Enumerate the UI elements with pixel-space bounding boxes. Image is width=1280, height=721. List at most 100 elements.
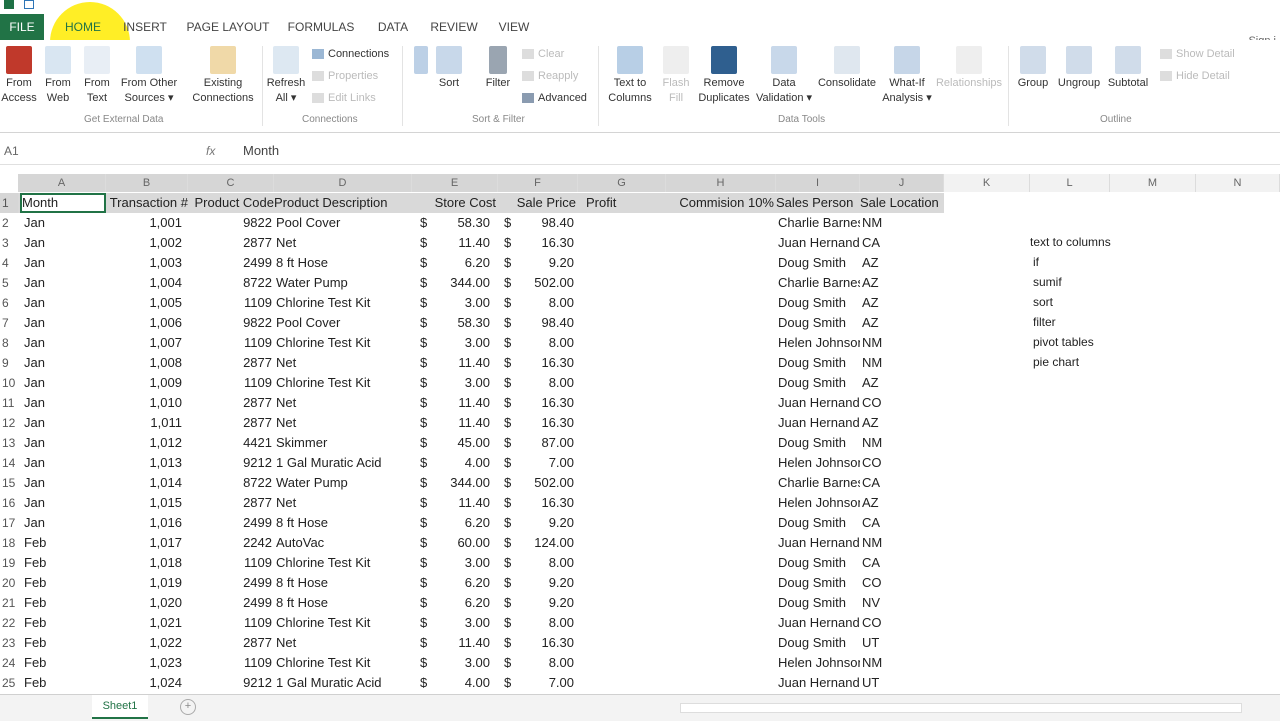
- currency-symbol[interactable]: $: [420, 253, 432, 273]
- product-description-cell[interactable]: AutoVac: [276, 533, 410, 553]
- sale-location-cell[interactable]: NM: [862, 333, 922, 353]
- row-header[interactable]: 7: [0, 313, 18, 333]
- sale-price-cell[interactable]: 8.00: [516, 653, 574, 673]
- sale-price-cell[interactable]: 16.30: [516, 393, 574, 413]
- row-header[interactable]: 24: [0, 653, 18, 673]
- row-header[interactable]: 1: [0, 193, 18, 213]
- transaction-cell[interactable]: 1,014: [106, 473, 182, 493]
- currency-symbol[interactable]: $: [420, 653, 432, 673]
- sale-price-cell[interactable]: 98.40: [516, 313, 574, 333]
- transaction-cell[interactable]: 1,002: [106, 233, 182, 253]
- transaction-cell[interactable]: 1,020: [106, 593, 182, 613]
- transaction-cell[interactable]: 1,012: [106, 433, 182, 453]
- row-header[interactable]: 9: [0, 353, 18, 373]
- product-description-cell[interactable]: Pool Cover: [276, 213, 410, 233]
- header-cell[interactable]: Profit: [586, 193, 664, 213]
- sale-location-cell[interactable]: UT: [862, 673, 922, 693]
- row-header[interactable]: 6: [0, 293, 18, 313]
- transaction-cell[interactable]: 1,022: [106, 633, 182, 653]
- row-header[interactable]: 14: [0, 453, 18, 473]
- sales-person-cell[interactable]: Juan Hernandez: [778, 393, 860, 413]
- sales-person-cell[interactable]: Juan Hernandez: [778, 533, 860, 553]
- row-header[interactable]: 3: [0, 233, 18, 253]
- product-code-cell[interactable]: 9212: [190, 673, 272, 693]
- store-cost-cell[interactable]: 45.00: [432, 433, 490, 453]
- column-header-a[interactable]: A: [18, 174, 106, 192]
- sale-price-cell[interactable]: 8.00: [516, 293, 574, 313]
- product-description-cell[interactable]: Net: [276, 633, 410, 653]
- sales-person-cell[interactable]: Doug Smith: [778, 573, 860, 593]
- transaction-cell[interactable]: 1,023: [106, 653, 182, 673]
- month-cell[interactable]: Jan: [24, 453, 102, 473]
- month-cell[interactable]: Feb: [24, 593, 102, 613]
- product-code-cell[interactable]: 9822: [190, 313, 272, 333]
- month-cell[interactable]: Jan: [24, 473, 102, 493]
- month-cell[interactable]: Feb: [24, 553, 102, 573]
- store-cost-cell[interactable]: 6.20: [432, 593, 490, 613]
- currency-symbol[interactable]: $: [420, 353, 432, 373]
- sale-location-cell[interactable]: NM: [862, 433, 922, 453]
- product-code-cell[interactable]: 9822: [190, 213, 272, 233]
- header-cell[interactable]: Store Cost: [412, 193, 496, 213]
- sales-person-cell[interactable]: Doug Smith: [778, 373, 860, 393]
- store-cost-cell[interactable]: 11.40: [432, 393, 490, 413]
- product-description-cell[interactable]: Net: [276, 393, 410, 413]
- row-header[interactable]: 8: [0, 333, 18, 353]
- store-cost-cell[interactable]: 6.20: [432, 573, 490, 593]
- product-description-cell[interactable]: 8 ft Hose: [276, 513, 410, 533]
- column-header-c[interactable]: C: [188, 174, 274, 192]
- sale-location-cell[interactable]: NV: [862, 593, 922, 613]
- note-item[interactable]: sort: [1033, 295, 1053, 309]
- store-cost-cell[interactable]: 344.00: [432, 473, 490, 493]
- transaction-cell[interactable]: 1,006: [106, 313, 182, 333]
- sale-location-cell[interactable]: NM: [862, 533, 922, 553]
- store-cost-cell[interactable]: 3.00: [432, 333, 490, 353]
- sales-person-cell[interactable]: Charlie Barnes: [778, 473, 860, 493]
- month-cell[interactable]: Feb: [24, 573, 102, 593]
- sale-price-cell[interactable]: 98.40: [516, 213, 574, 233]
- currency-symbol[interactable]: $: [504, 273, 516, 293]
- from-access-button[interactable]: From Access: [0, 46, 38, 106]
- transaction-cell[interactable]: 1,004: [106, 273, 182, 293]
- sales-person-cell[interactable]: Juan Hernandez: [778, 613, 860, 633]
- note-item[interactable]: sumif: [1033, 275, 1062, 289]
- product-description-cell[interactable]: Chlorine Test Kit: [276, 613, 410, 633]
- transaction-cell[interactable]: 1,010: [106, 393, 182, 413]
- currency-symbol[interactable]: $: [420, 553, 432, 573]
- currency-symbol[interactable]: $: [420, 433, 432, 453]
- product-description-cell[interactable]: 8 ft Hose: [276, 573, 410, 593]
- sales-person-cell[interactable]: Charlie Barnes: [778, 213, 860, 233]
- month-cell[interactable]: Jan: [24, 493, 102, 513]
- month-cell[interactable]: Jan: [24, 273, 102, 293]
- currency-symbol[interactable]: $: [504, 393, 516, 413]
- month-cell[interactable]: Jan: [24, 433, 102, 453]
- formula-input[interactable]: Month: [243, 142, 279, 160]
- month-cell[interactable]: Jan: [24, 393, 102, 413]
- currency-symbol[interactable]: $: [504, 673, 516, 693]
- relationships-button[interactable]: Relationships: [934, 46, 1004, 91]
- month-cell[interactable]: Feb: [24, 633, 102, 653]
- currency-symbol[interactable]: $: [504, 533, 516, 553]
- what-if-analysis-button[interactable]: What-If Analysis ▾: [880, 46, 934, 106]
- store-cost-cell[interactable]: 344.00: [432, 273, 490, 293]
- product-description-cell[interactable]: Water Pump: [276, 473, 410, 493]
- product-code-cell[interactable]: 2499: [190, 573, 272, 593]
- column-header-j[interactable]: J: [860, 174, 944, 192]
- save-icon[interactable]: [24, 0, 34, 9]
- product-description-cell[interactable]: 1 Gal Muratic Acid: [276, 453, 410, 473]
- tab-home[interactable]: HOME: [60, 14, 106, 40]
- product-code-cell[interactable]: 2877: [190, 393, 272, 413]
- transaction-cell[interactable]: 1,017: [106, 533, 182, 553]
- store-cost-cell[interactable]: 3.00: [432, 553, 490, 573]
- store-cost-cell[interactable]: 4.00: [432, 453, 490, 473]
- store-cost-cell[interactable]: 11.40: [432, 633, 490, 653]
- product-code-cell[interactable]: 2877: [190, 413, 272, 433]
- transaction-cell[interactable]: 1,003: [106, 253, 182, 273]
- sale-location-cell[interactable]: AZ: [862, 413, 922, 433]
- store-cost-cell[interactable]: 11.40: [432, 413, 490, 433]
- product-code-cell[interactable]: 2499: [190, 593, 272, 613]
- store-cost-cell[interactable]: 3.00: [432, 613, 490, 633]
- product-code-cell[interactable]: 9212: [190, 453, 272, 473]
- transaction-cell[interactable]: 1,005: [106, 293, 182, 313]
- product-description-cell[interactable]: Chlorine Test Kit: [276, 293, 410, 313]
